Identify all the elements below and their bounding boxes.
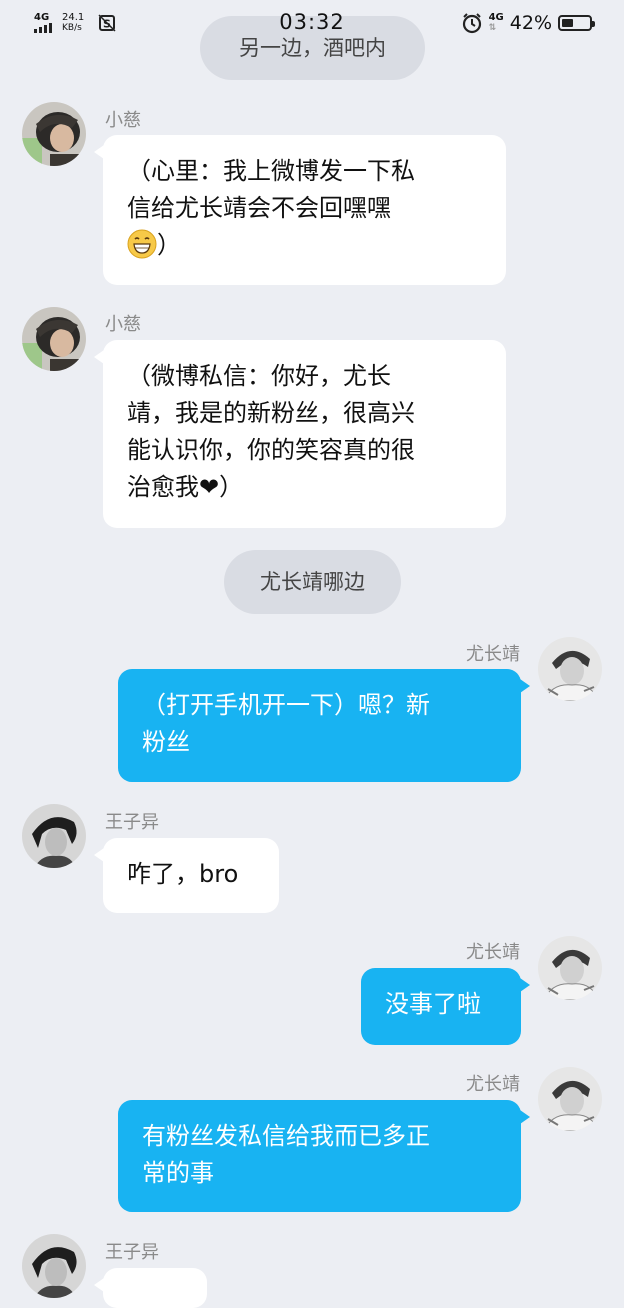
message-line: 靖，我是的新粉丝，很高兴 xyxy=(127,399,415,427)
message-line: 常的事 xyxy=(142,1159,214,1187)
message-bubble[interactable]: （打开手机开一下）嗯？新 粉丝 xyxy=(118,669,530,782)
message-line: 能认识你，你的笑容真的很 xyxy=(127,436,415,464)
avatar[interactable] xyxy=(22,307,86,371)
grinning-emoji-icon xyxy=(127,229,157,259)
avatar[interactable] xyxy=(538,936,602,1000)
status-right: 4G ⇅ 42% xyxy=(461,12,595,34)
avatar[interactable] xyxy=(22,1234,86,1298)
system-message: 尤长靖哪边 xyxy=(224,550,401,614)
message-line: 粉丝 xyxy=(142,728,190,756)
message-line: （心里：我上微博发一下私 xyxy=(127,157,415,185)
sender-name: 小慈 xyxy=(105,314,141,335)
sender-name: 小慈 xyxy=(105,110,141,131)
message-line: 没事了啦 xyxy=(385,990,481,1018)
message-line: ） xyxy=(127,227,482,264)
network-4g-indicator: 4G ⇅ xyxy=(488,12,504,34)
message-bubble[interactable] xyxy=(94,1268,207,1308)
message-bubble[interactable]: 有粉丝发私信给我而已多正 常的事 xyxy=(118,1100,530,1212)
message-line: （微博私信：你好，尤长 xyxy=(127,362,391,390)
message-line: 治愈我❤） xyxy=(127,473,244,501)
avatar[interactable] xyxy=(22,102,86,166)
sender-name: 尤长靖 xyxy=(466,942,520,963)
message-bubble[interactable]: （心里：我上微博发一下私 信给尤长靖会不会回嘿嘿 ） xyxy=(94,135,506,285)
message-line: 有粉丝发私信给我而已多正 xyxy=(142,1122,430,1150)
heart-icon: ❤ xyxy=(199,473,220,501)
message-line: 咋了，bro xyxy=(127,860,239,888)
sender-name: 王子异 xyxy=(105,812,159,833)
battery-fill xyxy=(562,19,573,27)
network-type-right: 4G xyxy=(488,12,504,23)
alarm-icon xyxy=(462,13,481,34)
avatar[interactable] xyxy=(538,637,602,701)
sender-name: 尤长靖 xyxy=(466,1074,520,1095)
message-line: （打开手机开一下）嗯？新 xyxy=(142,691,430,719)
message-bubble[interactable]: 没事了啦 xyxy=(361,968,530,1045)
battery-icon xyxy=(558,15,595,31)
sender-name: 尤长靖 xyxy=(466,644,520,665)
message-line: 信给尤长靖会不会回嘿嘿 xyxy=(127,194,391,222)
status-bar: 4G 24.1 KB/s S 03:32 4G ⇅ 42% xyxy=(0,0,624,48)
message-bubble[interactable]: 咋了，bro xyxy=(94,838,279,913)
sender-name: 王子异 xyxy=(105,1242,159,1263)
avatar[interactable] xyxy=(22,804,86,868)
system-message-text: 尤长靖哪边 xyxy=(260,570,365,594)
avatar[interactable] xyxy=(538,1067,602,1131)
battery-percent: 42% xyxy=(509,12,552,34)
message-bubble[interactable]: （微博私信：你好，尤长 靖，我是的新粉丝，很高兴 能认识你，你的笑容真的很 治愈… xyxy=(94,340,506,528)
